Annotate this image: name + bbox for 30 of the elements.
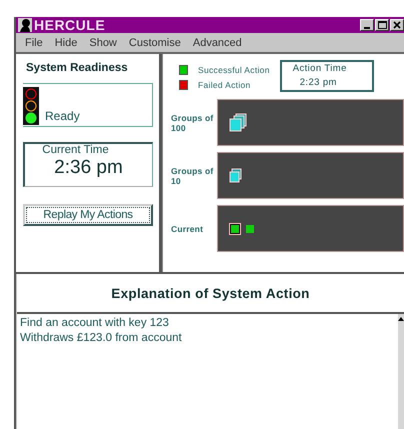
window-title: HERCULE <box>34 17 106 33</box>
track-label: Current <box>171 224 204 234</box>
time-label: Current Time <box>42 144 109 156</box>
close-icon <box>393 21 401 29</box>
track-label: Groups of 100 <box>171 112 214 132</box>
maximize-icon <box>378 21 386 29</box>
close-button[interactable] <box>390 19 404 31</box>
menu-item[interactable]: Show <box>84 36 124 48</box>
explanation-line: Find an account with key 123 <box>20 316 170 331</box>
scroll-up-icon <box>398 317 404 321</box>
legend-label: Failed Action <box>198 80 251 90</box>
menu-item[interactable]: Hide <box>50 36 84 48</box>
status-text: Ready <box>45 109 80 125</box>
action-time-label: Action Time <box>292 63 348 74</box>
legend-label: Successful Action <box>198 65 270 75</box>
replay-button[interactable]: Replay My Actions <box>23 204 153 226</box>
stacked-pages-icon <box>229 168 244 183</box>
explanation-title: Explanation of System Action <box>111 286 310 300</box>
minimize-button[interactable] <box>360 19 374 31</box>
explanation-line: Withdraws £123.0 from account <box>20 331 183 346</box>
track-label: Groups of 10 <box>171 166 214 186</box>
menu-item[interactable]: Customise <box>124 36 188 48</box>
stacked-pages-icon <box>229 112 249 132</box>
scroll-bar[interactable] <box>398 314 404 429</box>
maximize-button[interactable] <box>375 19 389 31</box>
time-value: 2:36 pm <box>54 157 123 179</box>
menu-item[interactable]: Advanced <box>188 36 249 48</box>
action-time-value: 2:23 pm <box>300 77 338 88</box>
menu-item[interactable]: File <box>20 36 50 48</box>
panel-title: System Readiness <box>26 62 129 74</box>
